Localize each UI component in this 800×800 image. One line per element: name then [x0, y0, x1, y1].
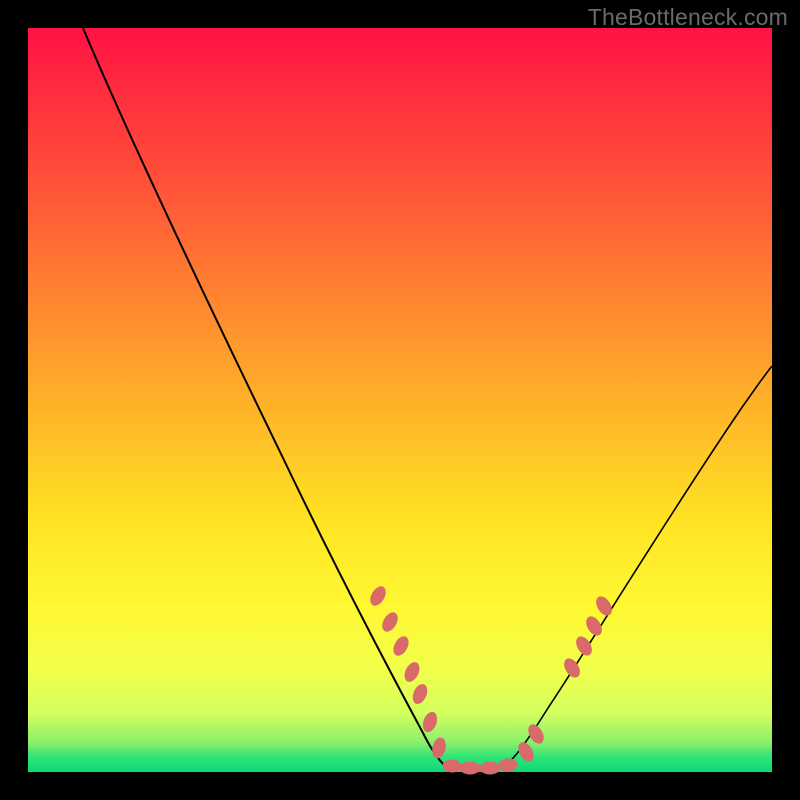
- bead: [421, 711, 439, 734]
- bead: [431, 737, 447, 759]
- bead: [411, 682, 430, 705]
- chart-frame: TheBottleneck.com: [0, 0, 800, 800]
- curve-right: [498, 366, 772, 768]
- bead: [368, 584, 388, 607]
- bead: [498, 758, 517, 772]
- bead: [460, 762, 480, 774]
- bead: [480, 762, 500, 774]
- bead: [380, 610, 400, 633]
- bead: [526, 722, 546, 745]
- plot-area: [28, 28, 772, 772]
- chart-svg: [28, 28, 772, 772]
- beads-group: [368, 584, 615, 774]
- curve-left: [83, 28, 448, 768]
- watermark-text: TheBottleneck.com: [588, 4, 788, 31]
- bead: [402, 660, 422, 683]
- bead: [594, 594, 615, 617]
- bead: [391, 634, 411, 657]
- bead: [443, 760, 462, 773]
- bead: [574, 634, 595, 657]
- curve-group: [83, 28, 772, 768]
